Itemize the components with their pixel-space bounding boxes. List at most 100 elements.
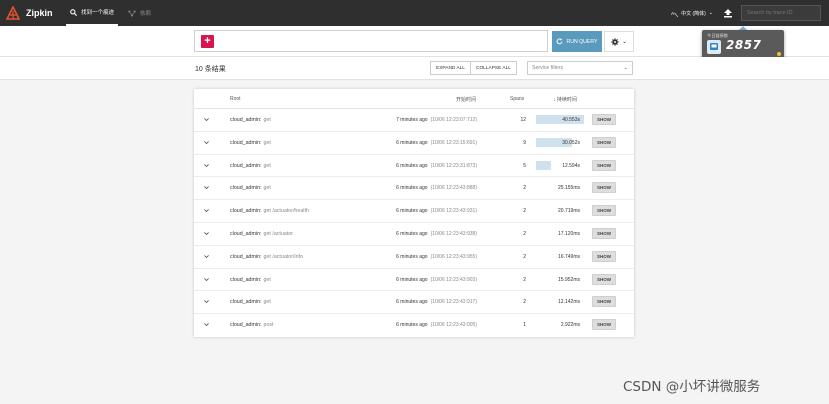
tab-find-trace-label: 找到一个痕迹 (81, 10, 115, 16)
collapse-all-button[interactable]: COLLAPSE ALL (470, 61, 517, 75)
tab-find-trace[interactable]: 找到一个痕迹 (66, 0, 119, 26)
show-trace-button[interactable]: SHOW (592, 273, 616, 285)
service-name: cloud_admin: (230, 276, 262, 283)
add-criteria-button[interactable]: + (201, 35, 214, 48)
settings-dropdown-button[interactable]: ⌄ (604, 31, 634, 52)
trace-root: cloud_admin: get /actuator/info (230, 254, 303, 260)
upload-icon[interactable] (723, 8, 733, 18)
chevron-down-icon[interactable] (203, 230, 210, 237)
duration: 2.922ms (560, 322, 580, 329)
chevron-down-icon[interactable] (203, 139, 210, 146)
table-row[interactable]: cloud_admin: get 7 minutes ago (10/06 12:2… (194, 109, 634, 132)
table-row[interactable]: cloud_admin: get 6 minutes ago (10/06 12:2… (194, 155, 634, 178)
timestamp: (10/06 12:23:07:712) (430, 117, 477, 123)
duration: 16.749ms (558, 253, 580, 260)
time-ago: 6 minutes ago (396, 322, 428, 329)
duration: 17.120ms (558, 230, 580, 237)
timestamp: (10/06 12:23:43:917) (430, 299, 477, 306)
service-filter-placeholder: Service filters (532, 65, 564, 71)
duration: 15.952ms (558, 276, 580, 283)
span-count: 2 (523, 230, 526, 237)
show-trace-button[interactable]: SHOW (592, 296, 616, 308)
chevron-down-icon[interactable] (203, 184, 210, 191)
span-count: 2 (523, 299, 526, 306)
show-trace-button[interactable]: SHOW (592, 227, 616, 239)
service-name: cloud_admin: (230, 322, 262, 329)
column-start-time[interactable]: 开始时间 (456, 96, 476, 103)
svg-text:A: A (671, 10, 675, 16)
time-ago: 7 minutes ago (396, 117, 428, 123)
table-row[interactable]: cloud_admin: get 6 minutes ago (10/06 12:2… (194, 177, 634, 201)
language-selector[interactable]: A 中文 (简体) ⌄ (671, 10, 713, 17)
show-trace-button[interactable]: SHOW (592, 114, 616, 125)
chevron-down-icon: ⌄ (623, 65, 628, 71)
time-ago: 6 minutes ago (396, 253, 428, 260)
zipkin-logo-icon (6, 6, 20, 20)
show-trace-button[interactable]: SHOW (592, 182, 616, 194)
chevron-down-icon[interactable] (203, 321, 210, 328)
gear-icon (611, 37, 619, 46)
service-name: cloud_admin: (230, 185, 262, 192)
operation-name: post (263, 322, 274, 329)
timestamp: (10/06 12:23:43:931) (430, 208, 477, 215)
language-label: 中文 (简体) (681, 10, 706, 17)
table-row[interactable]: cloud_admin: get 6 minutes ago (10/06 12:2… (194, 132, 634, 155)
service-name: cloud_admin: (230, 117, 262, 123)
time-ago: 6 minutes ago (396, 139, 428, 146)
duration: 12.142ms (558, 299, 580, 306)
table-row[interactable]: cloud_admin: get /actuator/health 6 minut… (194, 200, 634, 223)
widget-value: 2857 (726, 38, 762, 52)
table-row[interactable]: cloud_admin: post 6 minutes ago (10/06 12:… (194, 314, 634, 337)
column-spans[interactable]: Spans (510, 96, 524, 102)
time-ago: 6 minutes ago (396, 162, 428, 169)
column-root[interactable]: Root (230, 96, 241, 102)
column-duration[interactable]: ↓ 持续时间 (553, 96, 577, 103)
chevron-down-icon[interactable] (203, 276, 210, 283)
widget-app-icon (707, 40, 721, 54)
show-trace-button[interactable]: SHOW (592, 136, 616, 148)
refresh-icon (557, 38, 563, 45)
chevron-down-icon[interactable] (203, 207, 210, 214)
timestamp: (10/06 12:23:31:873) (430, 162, 477, 169)
show-trace-button[interactable]: SHOW (592, 159, 616, 171)
table-row[interactable]: cloud_admin: get /actuator 6 minutes ago(… (194, 223, 634, 246)
run-query-button[interactable]: RUN QUERY (552, 31, 602, 52)
show-trace-button[interactable]: SHOW (592, 205, 616, 217)
table-header: Root 开始时间 Spans ↓ 持续时间 (194, 89, 634, 109)
brand[interactable]: Zipkin (6, 6, 66, 20)
trace-root: cloud_admin: get (230, 140, 271, 146)
search-icon (70, 8, 77, 16)
time-ago: 6 minutes ago (396, 276, 428, 283)
start-time: 6 minutes ago (10/06 12:23:43:888) (396, 185, 477, 191)
operation-name: get (263, 276, 271, 283)
expand-all-button[interactable]: EXPAND ALL (430, 61, 471, 75)
results-header: 10 条结果 EXPAND ALL COLLAPSE ALL Service f… (0, 57, 829, 80)
show-trace-button[interactable]: SHOW (592, 250, 616, 262)
span-count: 5 (523, 162, 526, 169)
chevron-down-icon[interactable] (203, 253, 210, 260)
start-time: 6 minutes ago (10/06 12:23:43:938) (396, 231, 477, 237)
duration: 25.155ms (558, 185, 580, 192)
tab-dependencies[interactable]: 依赖 (124, 0, 155, 26)
chevron-down-icon[interactable] (203, 298, 210, 305)
dependencies-icon (128, 10, 136, 16)
chevron-down-icon: ⌄ (708, 10, 713, 16)
timestamp: (10/06 12:23:43:005) (430, 322, 477, 329)
query-criteria-box[interactable] (194, 30, 548, 52)
chevron-down-icon: ⌄ (621, 39, 628, 45)
operation-name: get /actuator/health (263, 208, 309, 215)
table-row[interactable]: cloud_admin: get 6 minutes ago (10/06 12:2… (194, 291, 634, 315)
table-row[interactable]: cloud_admin: get /actuator/info 6 minutes… (194, 246, 634, 269)
trace-id-search-input[interactable] (741, 5, 821, 21)
table-row[interactable]: cloud_admin: get 6 minutes ago (10/06 12:2… (194, 269, 634, 292)
run-query-label: RUN QUERY (566, 38, 598, 45)
chevron-down-icon[interactable] (203, 162, 210, 169)
trace-root: cloud_admin: get /actuator (230, 231, 293, 237)
service-filter-select[interactable]: Service filters ⌄ (527, 61, 633, 75)
duration: 20.719ms (558, 208, 580, 215)
chevron-down-icon[interactable] (203, 116, 210, 123)
time-ago: 6 minutes ago (396, 185, 428, 192)
trace-root: cloud_admin: get (230, 163, 271, 169)
duration: 40.553s (562, 117, 580, 123)
show-trace-button[interactable]: SHOW (592, 319, 616, 331)
